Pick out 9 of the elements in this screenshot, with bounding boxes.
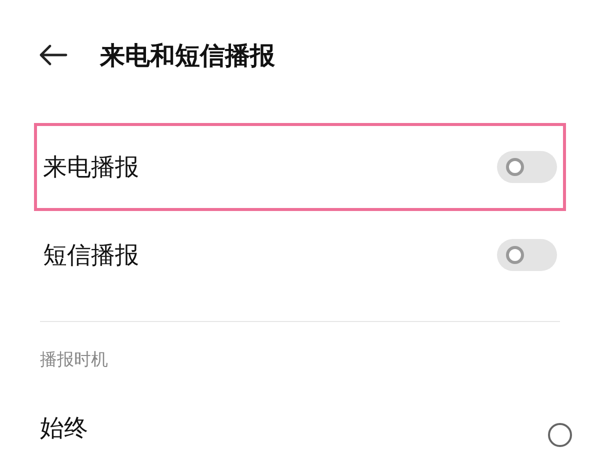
toggle-switch[interactable] bbox=[497, 239, 557, 271]
section-header: 播报时机 bbox=[39, 349, 109, 371]
page-title: 来电和短信播报 bbox=[100, 40, 275, 72]
toggle-switch[interactable] bbox=[497, 151, 557, 183]
back-icon[interactable] bbox=[38, 44, 68, 66]
option-label: 始终 bbox=[40, 413, 88, 444]
setting-label: 短信播报 bbox=[43, 240, 139, 271]
setting-label: 来电播报 bbox=[43, 152, 139, 183]
radio-button[interactable] bbox=[548, 423, 572, 447]
